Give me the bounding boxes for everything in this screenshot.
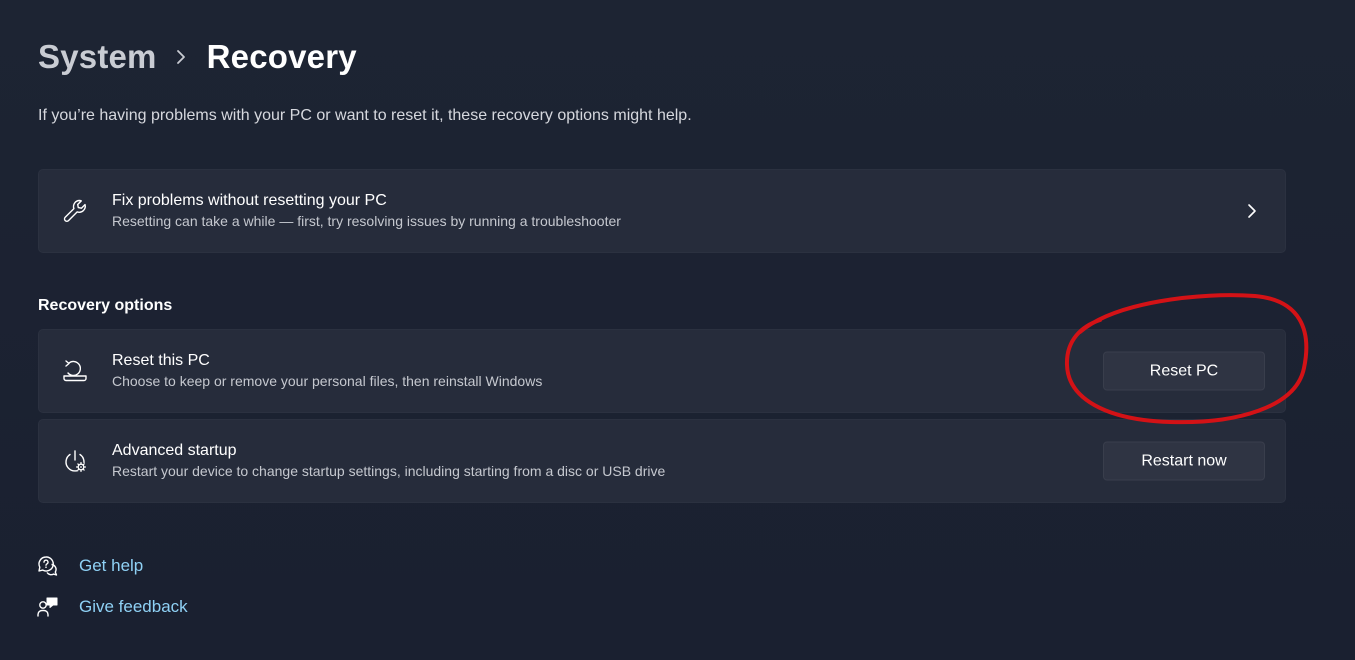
chevron-right-icon (1245, 202, 1259, 220)
recovery-settings-page: System Recovery If you’re having problem… (0, 0, 1355, 660)
page-description: If you’re having problems with your PC o… (38, 107, 692, 124)
recovery-options-heading: Recovery options (38, 297, 173, 314)
advanced-startup-text: Advanced startup Restart your device to … (112, 441, 665, 481)
give-feedback-link[interactable]: Give feedback (79, 597, 188, 617)
give-feedback-icon (36, 595, 60, 619)
fix-problems-card[interactable]: Fix problems without resetting your PC R… (38, 169, 1286, 253)
help-links: Get help Give feedback (36, 545, 188, 627)
chevron-right-icon (175, 49, 187, 65)
reset-pc-title: Reset this PC (112, 352, 210, 369)
reset-pc-icon (61, 357, 89, 385)
reset-pc-text: Reset this PC Choose to keep or remove y… (112, 351, 542, 391)
fix-problems-text: Fix problems without resetting your PC R… (112, 191, 621, 231)
wrench-icon (61, 197, 89, 225)
get-help-link-row[interactable]: Get help (36, 545, 188, 586)
advanced-startup-icon (61, 447, 89, 475)
reset-pc-description: Choose to keep or remove your personal f… (112, 373, 543, 389)
restart-now-button[interactable]: Restart now (1103, 441, 1265, 481)
fix-problems-title: Fix problems without resetting your PC (112, 192, 387, 209)
give-feedback-link-row[interactable]: Give feedback (36, 586, 188, 627)
breadcrumb-system[interactable]: System (38, 38, 157, 76)
advanced-startup-description: Restart your device to change startup se… (112, 463, 666, 479)
reset-pc-card: Reset this PC Choose to keep or remove y… (38, 329, 1286, 413)
fix-problems-description: Resetting can take a while — first, try … (112, 213, 621, 229)
reset-pc-button[interactable]: Reset PC (1103, 351, 1265, 391)
get-help-icon (36, 554, 60, 578)
advanced-startup-title: Advanced startup (112, 442, 237, 459)
get-help-link[interactable]: Get help (79, 556, 143, 576)
advanced-startup-card: Advanced startup Restart your device to … (38, 419, 1286, 503)
breadcrumb: System Recovery (38, 38, 357, 76)
page-title: Recovery (206, 38, 357, 75)
